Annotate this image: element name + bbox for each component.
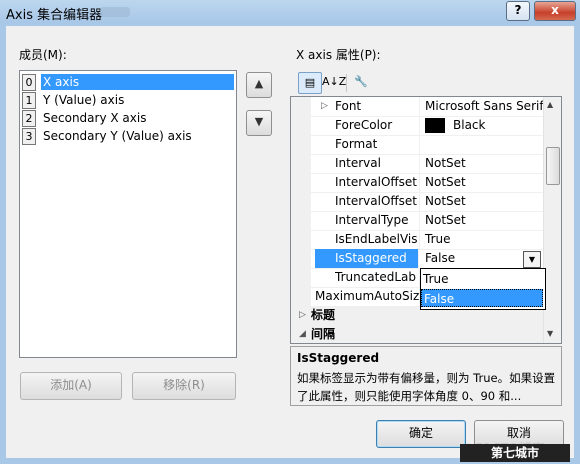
collapse-icon[interactable]: ◢	[299, 325, 306, 343]
category-name: 间隔	[311, 325, 543, 343]
row-margin	[291, 173, 311, 192]
scroll-thumb[interactable]	[546, 147, 560, 185]
color-swatch	[425, 118, 445, 133]
row-margin	[291, 230, 311, 249]
scroll-down-icon[interactable]: ▼	[547, 329, 553, 338]
description-title: IsStaggered	[297, 351, 380, 365]
members-label: 成员(M):	[19, 48, 67, 62]
row-margin	[291, 116, 311, 135]
row-margin	[291, 287, 311, 306]
category-row[interactable]: ◢ 间隔	[291, 325, 543, 343]
property-row[interactable]: ForeColor Black	[291, 116, 543, 136]
title-bar[interactable]: Axis 集合编辑器 ? x	[0, 0, 580, 24]
row-margin	[291, 97, 311, 116]
categorized-button[interactable]: ▤	[298, 72, 322, 94]
list-item-index: 3	[22, 128, 36, 145]
move-up-button[interactable]: ▲	[246, 72, 272, 98]
property-row[interactable]: Format	[291, 135, 543, 155]
property-value[interactable]: NotSet	[421, 192, 547, 211]
expand-icon[interactable]: ▷	[299, 306, 306, 325]
members-listbox[interactable]: 0 X axis 1 Y (Value) axis 2 Secondary X …	[19, 70, 237, 358]
row-margin	[291, 249, 311, 268]
close-button[interactable]: x	[534, 1, 576, 21]
property-name: IntervalOffset	[335, 192, 420, 211]
help-button[interactable]: ?	[506, 1, 530, 21]
property-value[interactable]: True	[421, 230, 547, 249]
property-name: ForeColor	[335, 116, 420, 135]
row-margin	[291, 154, 311, 173]
property-pages-icon[interactable]: 🔧	[350, 72, 372, 92]
row-margin	[291, 135, 311, 154]
list-item-index: 0	[22, 74, 36, 91]
property-name: Format	[335, 135, 420, 154]
list-item-label: Secondary X axis	[43, 111, 147, 125]
property-row[interactable]: ▷ Font Microsoft Sans Serif,	[291, 97, 547, 117]
title-blur	[100, 7, 130, 17]
dropdown-option-highlighted[interactable]: False	[421, 289, 543, 307]
list-item-index: 2	[22, 110, 36, 127]
property-name: IsStaggered	[315, 249, 419, 268]
property-name: IntervalType	[335, 211, 420, 230]
list-item[interactable]: 0 X axis	[22, 73, 234, 91]
property-name: TruncatedLab	[335, 268, 420, 287]
color-name: Black	[453, 118, 486, 132]
dropdown-option[interactable]: True	[421, 270, 545, 288]
add-button[interactable]: 添加(A)	[20, 372, 122, 400]
expand-icon[interactable]: ▷	[321, 97, 328, 116]
list-item[interactable]: 2 Secondary X axis	[22, 109, 234, 127]
row-margin	[291, 192, 311, 211]
chevron-down-icon[interactable]: ▼	[523, 251, 541, 268]
property-value[interactable]	[421, 135, 547, 154]
property-value[interactable]: Microsoft Sans Serif,	[421, 97, 547, 116]
description-panel: IsStaggered 如果标签显示为带有偏移量，则为 True。如果设置了此属…	[290, 346, 562, 406]
list-item-label: Secondary Y (Value) axis	[43, 129, 192, 143]
list-item-label: X axis	[41, 74, 234, 90]
property-row[interactable]: IsEndLabelVis True	[291, 230, 543, 250]
list-item-label: Y (Value) axis	[43, 93, 125, 107]
list-item[interactable]: 3 Secondary Y (Value) axis	[22, 127, 234, 145]
list-item-index: 1	[22, 92, 36, 109]
property-name: MaximumAutoSiz	[315, 287, 420, 306]
window-title: Axis 集合编辑器	[6, 8, 103, 23]
property-row[interactable]: Interval NotSet	[291, 154, 543, 174]
properties-label: X axis 属性(P):	[296, 48, 381, 62]
property-row[interactable]: IntervalOffset NotSet	[291, 173, 543, 193]
value-dropdown-list[interactable]: True False	[420, 268, 546, 310]
toolbar-divider	[346, 74, 347, 92]
property-name: Interval	[335, 154, 420, 173]
row-margin	[291, 211, 311, 230]
property-value[interactable]: NotSet	[421, 154, 547, 173]
property-name: IntervalOffset	[335, 173, 420, 192]
property-name: IsEndLabelVis	[335, 230, 420, 249]
alphabetical-button[interactable]: A↓Z	[322, 72, 346, 92]
list-item[interactable]: 1 Y (Value) axis	[22, 91, 234, 109]
row-margin	[291, 268, 311, 287]
property-row-selected[interactable]: IsStaggered False ▼	[291, 249, 543, 269]
property-row[interactable]: IntervalOffset NotSet	[291, 192, 543, 212]
dialog-window: Axis 集合编辑器 ? x 成员(M): 0 X axis 1 Y (Valu…	[0, 0, 580, 464]
description-text: 如果标签显示为带有偏移量，则为 True。如果设置了此属性，则只能使用字体角度 …	[297, 371, 556, 403]
property-value[interactable]: NotSet	[421, 211, 547, 230]
remove-button[interactable]: 移除(R)	[132, 372, 236, 400]
move-down-button[interactable]: ▼	[246, 110, 272, 136]
property-value[interactable]: Black	[421, 116, 547, 135]
ok-button[interactable]: 确定	[376, 420, 466, 448]
property-name: Font	[335, 97, 420, 116]
property-row[interactable]: IntervalType NotSet	[291, 211, 543, 231]
scroll-up-icon[interactable]: ▲	[547, 100, 553, 109]
watermark-badge: 第七城市	[460, 444, 570, 462]
property-value[interactable]: NotSet	[421, 173, 547, 192]
